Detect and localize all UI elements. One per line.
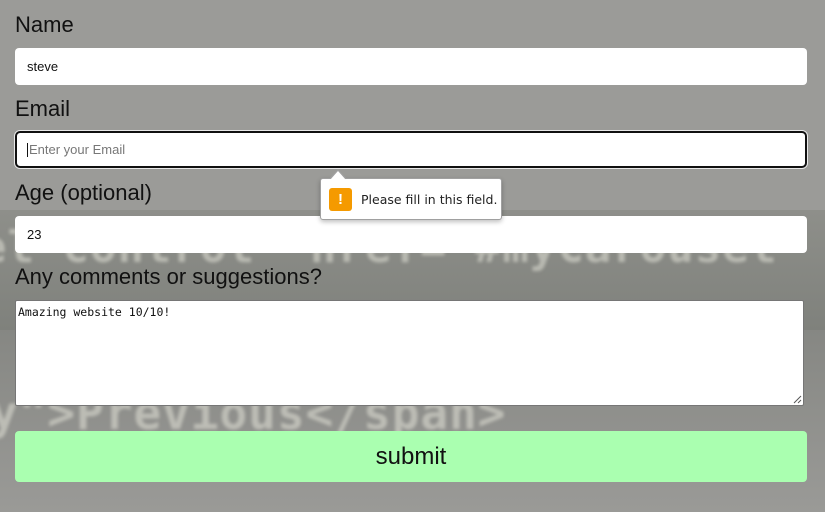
name-label: Name xyxy=(15,12,74,37)
comments-textarea-value: Amazing website 10/10! xyxy=(18,305,171,319)
comments-label: Any comments or suggestions? xyxy=(15,264,322,289)
validation-message: Please fill in this field. xyxy=(361,191,498,207)
email-input[interactable]: Enter your Email xyxy=(15,131,807,168)
submit-button[interactable]: submit xyxy=(15,431,807,482)
name-input-value: steve xyxy=(27,59,59,74)
email-input-placeholder: Enter your Email xyxy=(29,142,126,157)
tooltip-arrow-fill xyxy=(330,171,346,180)
text-caret xyxy=(27,142,28,157)
resize-grip-icon[interactable] xyxy=(793,395,802,404)
validation-tooltip: ! Please fill in this field. xyxy=(320,178,502,220)
email-label: Email xyxy=(15,96,71,121)
comments-textarea[interactable]: Amazing website 10/10! xyxy=(15,300,804,406)
name-input[interactable]: steve xyxy=(15,48,807,85)
warning-icon: ! xyxy=(329,187,352,211)
age-input[interactable]: 23 xyxy=(15,216,807,253)
age-label: Age (optional) xyxy=(15,180,152,205)
age-input-value: 23 xyxy=(27,227,42,242)
